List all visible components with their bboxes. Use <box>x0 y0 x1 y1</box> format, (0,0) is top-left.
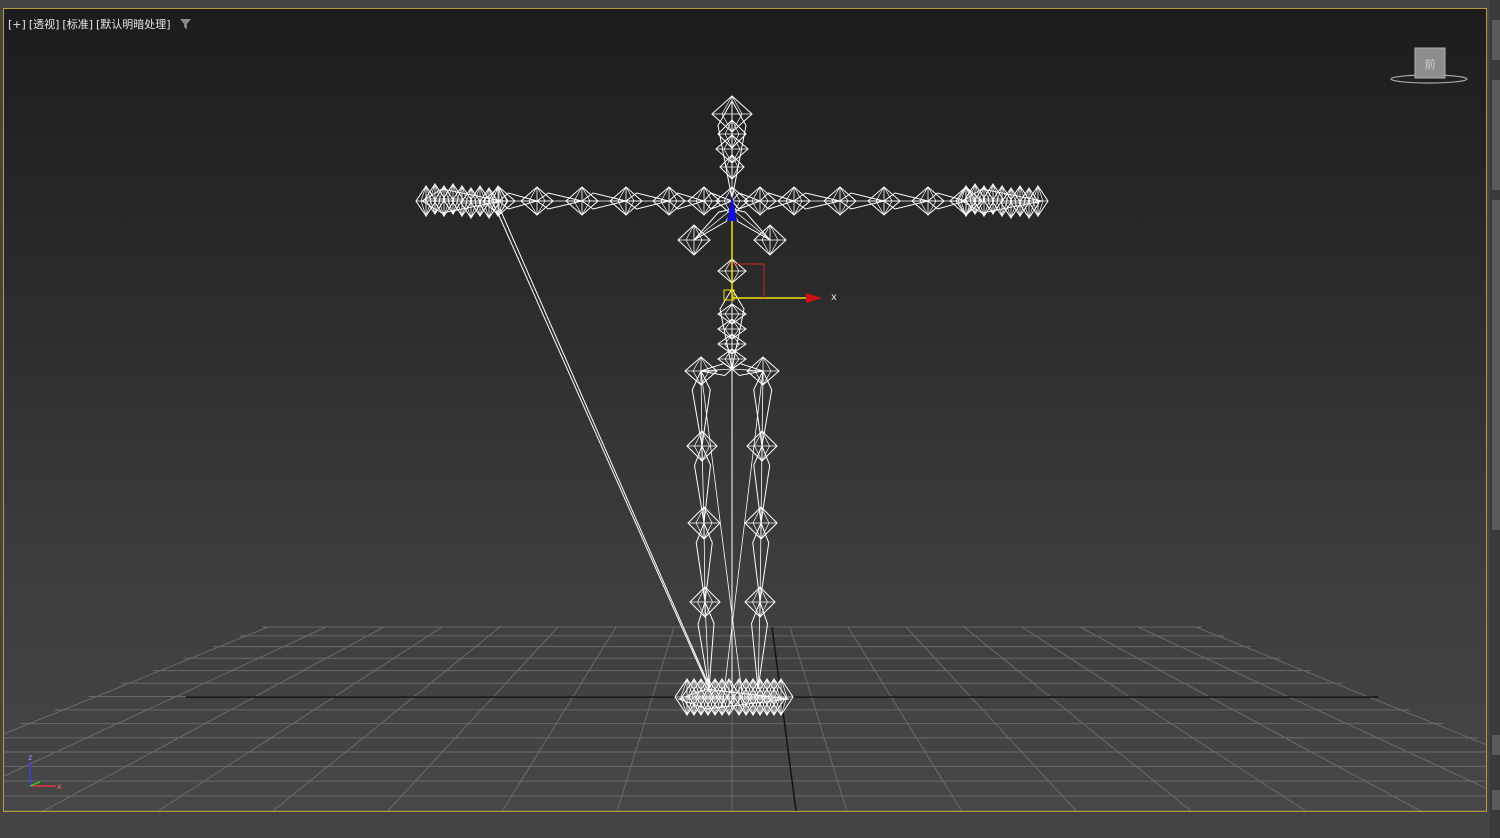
viewcube-face-label: 前 <box>1425 57 1436 71</box>
bone[interactable] <box>421 188 503 214</box>
viewcube[interactable]: 前 <box>1389 46 1469 88</box>
panel-tab[interactable] <box>1492 200 1500 530</box>
bone[interactable] <box>717 99 747 200</box>
viewport-shading-menu[interactable]: [标准] <box>62 16 93 32</box>
grid-line <box>905 626 1077 811</box>
bone[interactable] <box>753 369 773 447</box>
joint[interactable] <box>867 186 901 216</box>
joint[interactable] <box>911 186 945 216</box>
viewport-label-menu: [+] [透视] [标准] [默认明暗处理] <box>8 16 191 32</box>
biped-skeleton[interactable] <box>415 95 1049 717</box>
grid-line <box>502 626 617 811</box>
ik-link-line <box>496 210 713 696</box>
grid-line <box>1079 626 1421 811</box>
ik-link-line <box>499 208 708 682</box>
joint[interactable] <box>565 186 599 216</box>
viewport-view-menu[interactable]: [透视] <box>29 16 60 32</box>
joint[interactable] <box>609 186 643 216</box>
gizmo-x-label: x <box>831 292 837 303</box>
bone[interactable] <box>731 208 771 241</box>
bone[interactable] <box>695 521 713 603</box>
viewport-lighting-menu[interactable]: [默认明暗处理] <box>96 16 171 32</box>
grid-line <box>789 626 848 811</box>
bone[interactable] <box>697 600 715 690</box>
ground-grid <box>4 626 1486 811</box>
panel-tab[interactable] <box>1492 790 1500 810</box>
bone[interactable] <box>693 208 733 241</box>
scene-canvas[interactable]: x <box>4 9 1486 811</box>
grid-line <box>616 626 675 811</box>
gizmo-z-arrow[interactable] <box>727 195 737 221</box>
grid-line <box>963 626 1192 811</box>
grid-line <box>272 626 501 811</box>
grid-line <box>847 626 962 811</box>
bottom-status-area <box>0 812 1490 838</box>
panel-tab[interactable] <box>1492 20 1500 60</box>
tripod-x-label: x <box>57 782 62 791</box>
grid-line <box>1195 626 1486 746</box>
joint[interactable] <box>652 186 686 216</box>
bone[interactable] <box>752 521 770 603</box>
bone[interactable] <box>750 600 769 690</box>
joint[interactable] <box>743 186 777 216</box>
bone[interactable] <box>691 369 711 447</box>
panel-tab[interactable] <box>1492 735 1500 755</box>
gizmo-x-arrow[interactable] <box>806 293 822 303</box>
axis-tripod: z x <box>28 754 62 791</box>
joint[interactable] <box>823 186 857 216</box>
panel-tab[interactable] <box>1492 80 1500 190</box>
grid-line <box>1137 626 1486 789</box>
filter-icon[interactable] <box>179 18 191 30</box>
joint[interactable] <box>687 186 721 216</box>
right-panel-strip <box>1490 0 1500 838</box>
grid-line <box>43 626 385 811</box>
grid-line <box>387 626 559 811</box>
joint[interactable] <box>520 186 554 216</box>
perspective-viewport[interactable]: x [+] [透视] [标准] [默认明暗处理] 前 z x <box>3 8 1487 812</box>
gizmo-plane-xz[interactable] <box>732 263 765 298</box>
tripod-z-label: z <box>28 754 32 762</box>
viewport-plus-menu[interactable]: [+] <box>8 18 26 31</box>
bone[interactable] <box>961 188 1043 214</box>
joint[interactable] <box>777 186 811 216</box>
grid-axis-y <box>771 626 797 811</box>
bone[interactable] <box>719 288 745 370</box>
